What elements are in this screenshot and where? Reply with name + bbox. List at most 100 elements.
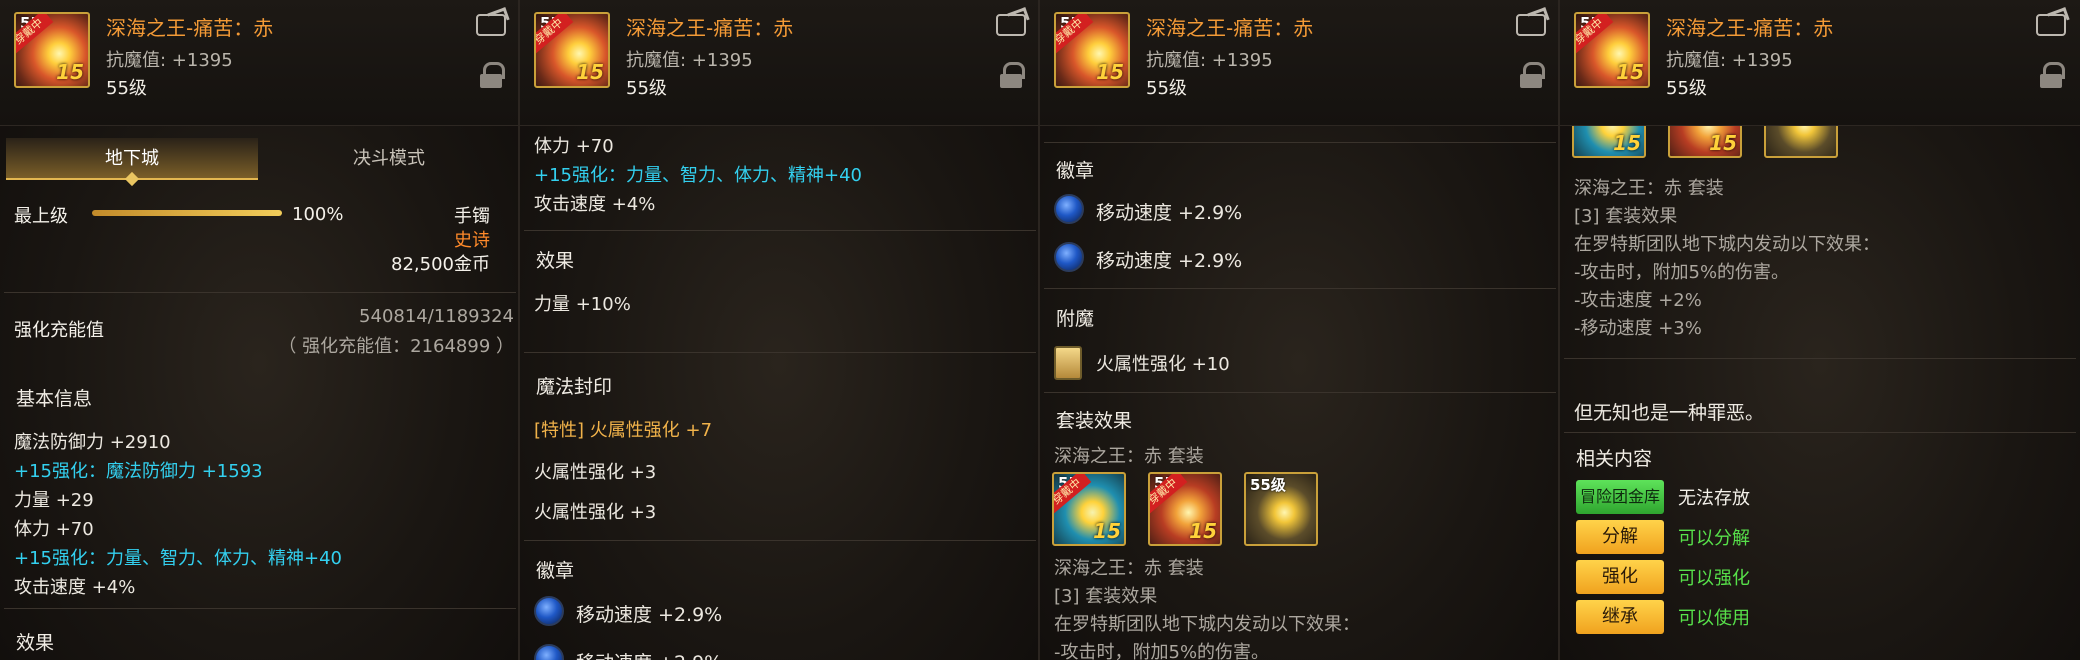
panel-body: 地下城 决斗模式 最上级 100% 手镯 史诗 82,500金币 强化充能值 5… [0, 126, 518, 660]
stat-line: 攻击速度 +4% [14, 577, 136, 598]
tooltip-strip: 55 穿戴中 15 深海之王-痛苦：赤 抗魔值: +1395 55级 地下城 决… [0, 0, 2080, 660]
set-count: [3] 套装效果 [1054, 586, 1158, 607]
divider [4, 292, 516, 293]
item-name: 深海之王-痛苦：赤 [1146, 16, 1314, 40]
icon-enhance: 15 [1709, 131, 1737, 155]
share-icon[interactable] [1516, 14, 1546, 36]
tooltip-panel-1: 55 穿戴中 15 深海之王-痛苦：赤 抗魔值: +1395 55级 地下城 决… [0, 0, 520, 660]
bracelet-item-icon: 55 穿戴中 15 [534, 12, 610, 88]
panel-body: 15 15 深海之王：赤 套装 [3] 套装效果 在罗特斯团队地下城内发动以下效… [1560, 86, 2080, 660]
stat-line: 魔法防御力 +2910 [14, 432, 171, 453]
set-item-icon[interactable]: 55 穿戴中 15 [1052, 472, 1126, 546]
set-effect-title: 套装效果 [1056, 410, 1133, 432]
lock-icon[interactable] [1520, 62, 1545, 88]
emblem-orb-icon [1054, 194, 1084, 224]
share-icon[interactable] [2036, 14, 2066, 36]
divider [4, 608, 516, 609]
panel-body: 徽章 移动速度 +2.9% 移动速度 +2.9% 附魔 火属性强化 +10 套装… [1040, 126, 1558, 660]
stat-line-enhance: +15强化：力量、智力、体力、精神+40 [534, 165, 862, 186]
icon-enhance: 15 [1613, 131, 1641, 155]
divider [1564, 432, 2076, 433]
divider [524, 352, 1036, 353]
charge-label: 强化充能值 [14, 320, 104, 341]
item-name: 深海之王-痛苦：赤 [626, 16, 794, 40]
share-icon[interactable] [476, 14, 506, 36]
inherit-button[interactable]: 继承 [1576, 600, 1664, 634]
emblem-orb-icon [534, 644, 564, 660]
icon-enhance: 15 [1189, 519, 1217, 543]
item-rarity: 史诗 [454, 230, 490, 251]
item-sub-stat: 抗魔值: +1395 [106, 50, 233, 71]
effect-line: 力量 +10% [534, 294, 631, 315]
set-line: -攻击速度 +2% [1574, 290, 1702, 311]
lock-icon[interactable] [1000, 62, 1025, 88]
tab-duel[interactable]: 决斗模式 [262, 138, 516, 180]
item-name: 深海之王-痛苦：赤 [106, 16, 274, 40]
emblem-title: 徽章 [536, 560, 575, 582]
stat-line-enhance: +15强化：魔法防御力 +1593 [14, 461, 263, 482]
stat-line-enhance: +15强化：力量、智力、体力、精神+40 [14, 548, 342, 569]
set-line: -攻击时，附加5%的伤害。 [1574, 262, 1790, 283]
mode-tabs: 地下城 决斗模式 [6, 138, 516, 187]
item-header: 55 穿戴中 15 深海之王-痛苦：赤 抗魔值: +1395 55级 [0, 0, 518, 126]
grade-bar [92, 210, 282, 216]
item-header: 55 穿戴中 15 深海之王-痛苦：赤 抗魔值: +1395 55级 [1560, 0, 2080, 126]
grade-percent: 100% [292, 204, 344, 225]
charge-value: 540814/1189324 [359, 306, 514, 327]
magic-seal-title: 魔法封印 [536, 376, 613, 398]
flavor-text: 但无知也是一种罪恶。 [1574, 402, 1765, 424]
related-title: 相关内容 [1576, 448, 1653, 470]
set-item-icon[interactable]: 55 穿戴中 15 [1148, 472, 1222, 546]
lock-icon[interactable] [2040, 62, 2065, 88]
disassemble-button[interactable]: 分解 [1576, 520, 1664, 554]
item-level: 55级 [106, 78, 147, 99]
charge-total: （ 强化充能值：2164899 ） [278, 336, 514, 357]
icon-enhance: 15 [1093, 519, 1121, 543]
item-price: 82,500金币 [391, 254, 490, 275]
item-header: 55 穿戴中 15 深海之王-痛苦：赤 抗魔值: +1395 55级 [520, 0, 1038, 126]
set-line: -攻击时，附加5%的伤害。 [1054, 642, 1270, 660]
emblem-orb-icon [534, 596, 564, 626]
seal-line: 火属性强化 +3 [534, 462, 657, 483]
icon-enhance: 15 [56, 60, 84, 84]
item-sub-stat: 抗魔值: +1395 [1146, 50, 1273, 71]
set-name: 深海之王：赤 套装 [1054, 558, 1204, 579]
guild-vault-button[interactable]: 冒险团金库 [1576, 480, 1664, 514]
set-name: 深海之王：赤 套装 [1054, 446, 1204, 467]
enchant-title: 附魔 [1056, 308, 1095, 330]
tooltip-panel-4: 55 穿戴中 15 深海之王-痛苦：赤 抗魔值: +1395 55级 15 15… [1560, 0, 2080, 660]
enhance-button[interactable]: 强化 [1576, 560, 1664, 594]
item-sub-stat: 抗魔值: +1395 [626, 50, 753, 71]
item-name: 深海之王-痛苦：赤 [1666, 16, 1834, 40]
related-status: 可以强化 [1678, 568, 1750, 589]
emblem-line: 移动速度 +2.9% [576, 648, 722, 660]
basic-info-title: 基本信息 [16, 388, 93, 410]
set-line: -移动速度 +3% [1574, 318, 1702, 339]
share-icon[interactable] [996, 14, 1026, 36]
emblem-title: 徽章 [1056, 160, 1095, 182]
divider [1044, 392, 1556, 393]
seal-line: 火属性强化 +3 [534, 502, 657, 523]
effect-title: 效果 [536, 250, 575, 272]
emblem-line: 移动速度 +2.9% [1096, 250, 1243, 272]
set-name: 深海之王：赤 套装 [1574, 178, 1724, 199]
emblem-line: 移动速度 +2.9% [1096, 202, 1243, 224]
bracelet-item-icon: 55 穿戴中 15 [1054, 12, 1130, 88]
related-status: 可以使用 [1678, 608, 1750, 629]
item-sub-stat: 抗魔值: +1395 [1666, 50, 1793, 71]
divider [524, 230, 1036, 231]
item-level: 55级 [626, 78, 667, 99]
icon-level: 55级 [1250, 476, 1286, 494]
icon-enhance: 15 [1616, 60, 1644, 84]
divider [1044, 288, 1556, 289]
item-header: 55 穿戴中 15 深海之王-痛苦：赤 抗魔值: +1395 55级 [1040, 0, 1558, 126]
set-item-icon[interactable]: 55级 [1244, 472, 1318, 546]
lock-icon[interactable] [480, 62, 505, 88]
divider [1044, 142, 1556, 143]
enchant-line: 火属性强化 +10 [1096, 354, 1230, 375]
bracelet-item-icon: 55 穿戴中 15 [1574, 12, 1650, 88]
stat-line: 体力 +70 [534, 136, 614, 157]
icon-enhance: 15 [1096, 60, 1124, 84]
related-status: 可以分解 [1678, 528, 1750, 549]
bracelet-item-icon: 55 穿戴中 15 [14, 12, 90, 88]
